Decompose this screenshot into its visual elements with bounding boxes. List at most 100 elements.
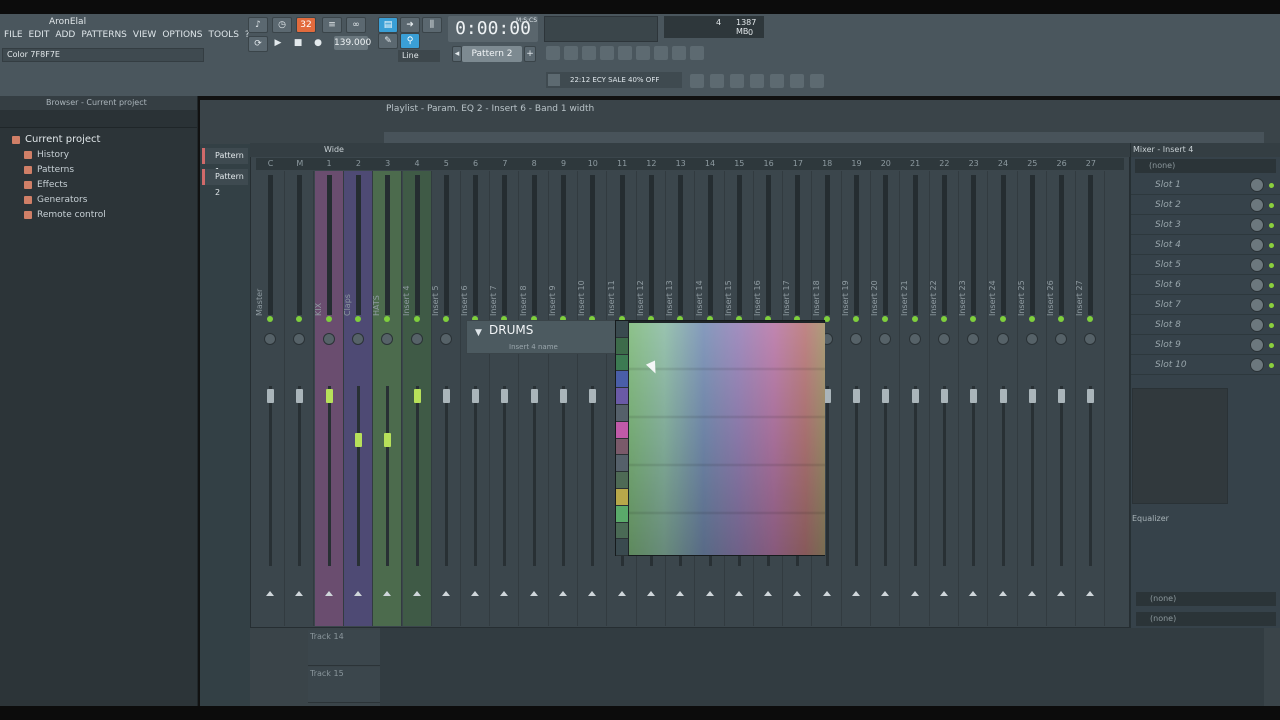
metronome-icon[interactable]: ♪ [248,17,268,33]
mixer-strip[interactable]: HATS [372,171,403,626]
insert-routing-field[interactable]: (none) [1135,159,1276,173]
volume-fader[interactable] [560,389,567,403]
mixer-header[interactable]: Wide [250,143,1130,157]
rename-input[interactable]: DRUMS [489,323,533,337]
effect-slot[interactable]: Slot 4 [1131,235,1280,255]
wait-input-icon[interactable]: ◷ [272,17,292,33]
slot-mix-knob[interactable] [1250,198,1264,212]
pan-knob[interactable] [1084,333,1097,345]
mute-led[interactable] [442,316,449,322]
volume-fader[interactable] [296,389,304,403]
mixer-strip[interactable]: Insert 23 [958,171,989,626]
pan-knob[interactable] [381,333,394,345]
menu-add[interactable]: ADD [55,30,75,40]
step-edit-button[interactable]: 32 [296,17,316,33]
color-swatch[interactable] [616,472,628,489]
pan-knob[interactable] [410,333,423,345]
volume-fader[interactable] [325,389,333,403]
equalizer-graph[interactable] [1132,388,1228,504]
send-arrow-icon[interactable] [764,591,773,596]
mute-led[interactable] [296,316,303,322]
slot-enable-led[interactable] [1269,343,1274,348]
slot-enable-led[interactable] [1269,243,1274,248]
menu-patterns[interactable]: PATTERNS [81,30,127,40]
effect-slot[interactable]: Slot 1 [1131,175,1280,195]
channel-rack-icon[interactable] [582,46,596,60]
plugin-icon[interactable] [654,46,668,60]
pan-knob[interactable] [937,333,950,345]
volume-fader[interactable] [911,389,919,403]
mixer-strip[interactable]: KIX [314,171,344,626]
menu-file[interactable]: FILE [4,30,23,40]
volume-fader[interactable] [882,389,890,403]
mute-led[interactable] [882,316,889,322]
slot-enable-led[interactable] [1269,263,1274,268]
mixer-strip[interactable]: Insert 4 [402,171,432,626]
mixer-preset-label[interactable]: Wide [324,145,344,154]
mute-led[interactable] [853,316,859,322]
send-arrow-icon[interactable] [529,591,538,596]
pan-knob[interactable] [293,333,306,345]
slot-mix-knob[interactable] [1250,258,1264,272]
add-pattern-icon[interactable]: + [524,46,536,62]
track-header-15[interactable]: Track 15 [308,667,380,703]
save-icon[interactable] [770,74,784,88]
send-arrow-icon[interactable] [998,591,1007,596]
pan-knob[interactable] [439,333,452,345]
send-arrow-icon[interactable] [852,591,860,596]
slot-enable-led[interactable] [1269,363,1274,368]
play-icon[interactable]: ▶ [268,36,288,52]
send-arrow-icon[interactable] [734,591,743,596]
mic-icon[interactable] [730,74,744,88]
slot-mix-knob[interactable] [1250,178,1264,192]
send-arrow-icon[interactable] [793,591,802,596]
pan-knob[interactable] [908,333,921,345]
chat-icon[interactable] [810,74,824,88]
playlist-view-icon[interactable]: ▤ [378,17,398,33]
send-arrow-icon[interactable] [412,591,421,596]
pan-knob[interactable] [1055,333,1068,345]
volume-fader[interactable] [267,389,274,403]
menu-options[interactable]: OPTIONS [162,30,202,40]
send-arrow-icon[interactable] [646,591,655,596]
mixer-strip[interactable]: Master [255,171,285,626]
insert-send-field[interactable]: (none) [1136,612,1276,626]
browser-item-history[interactable]: History [0,147,197,162]
effect-slot[interactable]: Slot 8 [1131,315,1280,335]
touch-keyboard-icon[interactable] [672,46,686,60]
effect-slot[interactable]: Slot 7 [1131,295,1280,315]
volume-fader[interactable] [853,389,860,403]
mute-led[interactable] [1087,316,1094,322]
send-arrow-icon[interactable] [705,591,714,596]
arrow-right-icon[interactable]: ➜ [400,17,420,33]
mixer-strip[interactable]: Insert 9 [548,171,578,626]
volume-fader[interactable] [530,389,538,403]
menu-view[interactable]: VIEW [133,30,156,40]
browser-item-generators[interactable]: Generators [0,192,197,207]
menu-tools[interactable]: TOOLS [209,30,239,40]
send-arrow-icon[interactable] [969,591,978,596]
snap-select[interactable]: Line [398,50,440,62]
record-mode-icon[interactable]: ⟳ [248,36,268,52]
browser-item-patterns[interactable]: Patterns [0,162,197,177]
pan-knob[interactable] [351,333,364,345]
slot-mix-knob[interactable] [1250,298,1264,312]
mixer-strip[interactable]: Insert 7 [489,171,520,626]
volume-fader[interactable] [970,389,978,403]
slot-enable-led[interactable] [1269,183,1274,188]
record-icon[interactable]: ● [308,36,328,52]
slot-mix-knob[interactable] [1250,218,1264,232]
volume-fader[interactable] [999,389,1007,403]
snap-tool-icon[interactable]: ⚲ [400,33,420,49]
browser-item-effects[interactable]: Effects [0,177,197,192]
mute-led[interactable] [1058,316,1065,322]
track-header-14[interactable]: Track 14 [308,630,380,666]
color-swatch[interactable] [616,404,628,422]
mute-led[interactable] [267,316,273,322]
mixer-strip[interactable]: Insert 27 [1075,171,1106,626]
slot-mix-knob[interactable] [1250,358,1264,372]
mixer-icon[interactable] [600,46,614,60]
tempo-field[interactable]: 139.000 [334,36,371,50]
color-swatch[interactable] [616,337,628,355]
send-arrow-icon[interactable] [910,591,919,596]
